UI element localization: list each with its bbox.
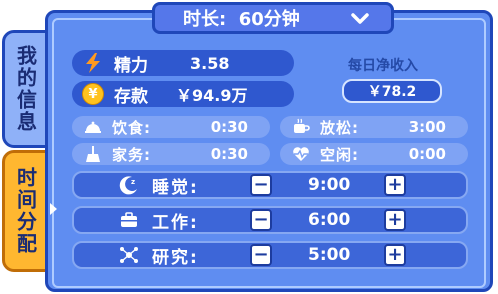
allocation-sleep-value: 9:00 <box>308 175 351 195</box>
coffee-icon <box>292 118 310 136</box>
activity-eating-value: 0:30 <box>210 118 248 136</box>
duration-value: 60分钟 <box>238 9 300 30</box>
moon-icon: z <box>118 174 140 196</box>
activity-chores-label: 家务: <box>112 145 151 164</box>
activity-idle-value: 0:00 <box>408 145 446 163</box>
savings-stat: ¥ 存款 ￥94.9万 <box>72 81 294 107</box>
increase-research-button[interactable]: + <box>384 244 406 266</box>
duration-text: 时长: 60分钟 <box>183 5 300 31</box>
activity-relax: 放松: 3:00 <box>280 116 468 138</box>
allocation-sleep-label: 睡觉: <box>152 177 199 198</box>
active-tab-pointer-icon <box>50 203 57 215</box>
heartbeat-icon <box>292 145 310 163</box>
allocation-research-value: 5:00 <box>308 245 351 265</box>
svg-text:z: z <box>131 178 135 186</box>
allocation-research-label: 研究: <box>152 247 199 268</box>
tab-time-allocation-label: 时间分配 <box>13 167 38 255</box>
broom-icon <box>84 145 102 163</box>
activity-relax-label: 放松: <box>320 118 359 137</box>
decrease-sleep-button[interactable]: − <box>250 174 272 196</box>
daily-income-label: 每日净收入 <box>348 58 418 74</box>
allocation-work-label: 工作: <box>152 212 199 233</box>
activity-eating-label: 饮食: <box>112 118 151 137</box>
allocation-row-sleep: z 睡觉: − 9:00 + <box>72 171 468 199</box>
molecule-icon <box>118 244 140 266</box>
activity-relax-value: 3:00 <box>408 118 446 136</box>
activity-idle-label: 空闲: <box>320 145 359 164</box>
decrease-research-button[interactable]: − <box>250 244 272 266</box>
savings-value: ￥94.9万 <box>176 86 248 105</box>
savings-label: 存款 <box>114 86 148 107</box>
chevron-down-icon <box>351 13 369 24</box>
daily-income-value: ￥78.2 <box>342 79 442 103</box>
allocation-row-research: 研究: − 5:00 + <box>72 241 468 269</box>
cloche-icon <box>84 118 102 136</box>
activity-chores: 家务: 0:30 <box>72 143 270 165</box>
activity-chores-value: 0:30 <box>210 145 248 163</box>
tab-my-info-label: 我的信息 <box>13 45 38 133</box>
briefcase-icon <box>118 209 140 231</box>
decrease-work-button[interactable]: − <box>250 209 272 231</box>
duration-dropdown[interactable]: 时长: 60分钟 <box>152 2 394 34</box>
energy-stat: 精力 3.58 <box>72 50 294 76</box>
energy-label: 精力 <box>114 55 148 76</box>
lightning-icon <box>82 52 104 74</box>
yen-coin-icon: ¥ <box>82 83 104 105</box>
allocation-work-value: 6:00 <box>308 210 351 230</box>
allocation-row-work: 工作: − 6:00 + <box>72 206 468 234</box>
tab-my-info[interactable]: 我的信息 <box>2 30 50 148</box>
energy-value: 3.58 <box>190 53 230 73</box>
duration-label: 时长: <box>183 9 227 30</box>
activity-eating: 饮食: 0:30 <box>72 116 270 138</box>
increase-sleep-button[interactable]: + <box>384 174 406 196</box>
activity-idle: 空闲: 0:00 <box>280 143 468 165</box>
tab-time-allocation[interactable]: 时间分配 <box>2 150 50 272</box>
increase-work-button[interactable]: + <box>384 209 406 231</box>
